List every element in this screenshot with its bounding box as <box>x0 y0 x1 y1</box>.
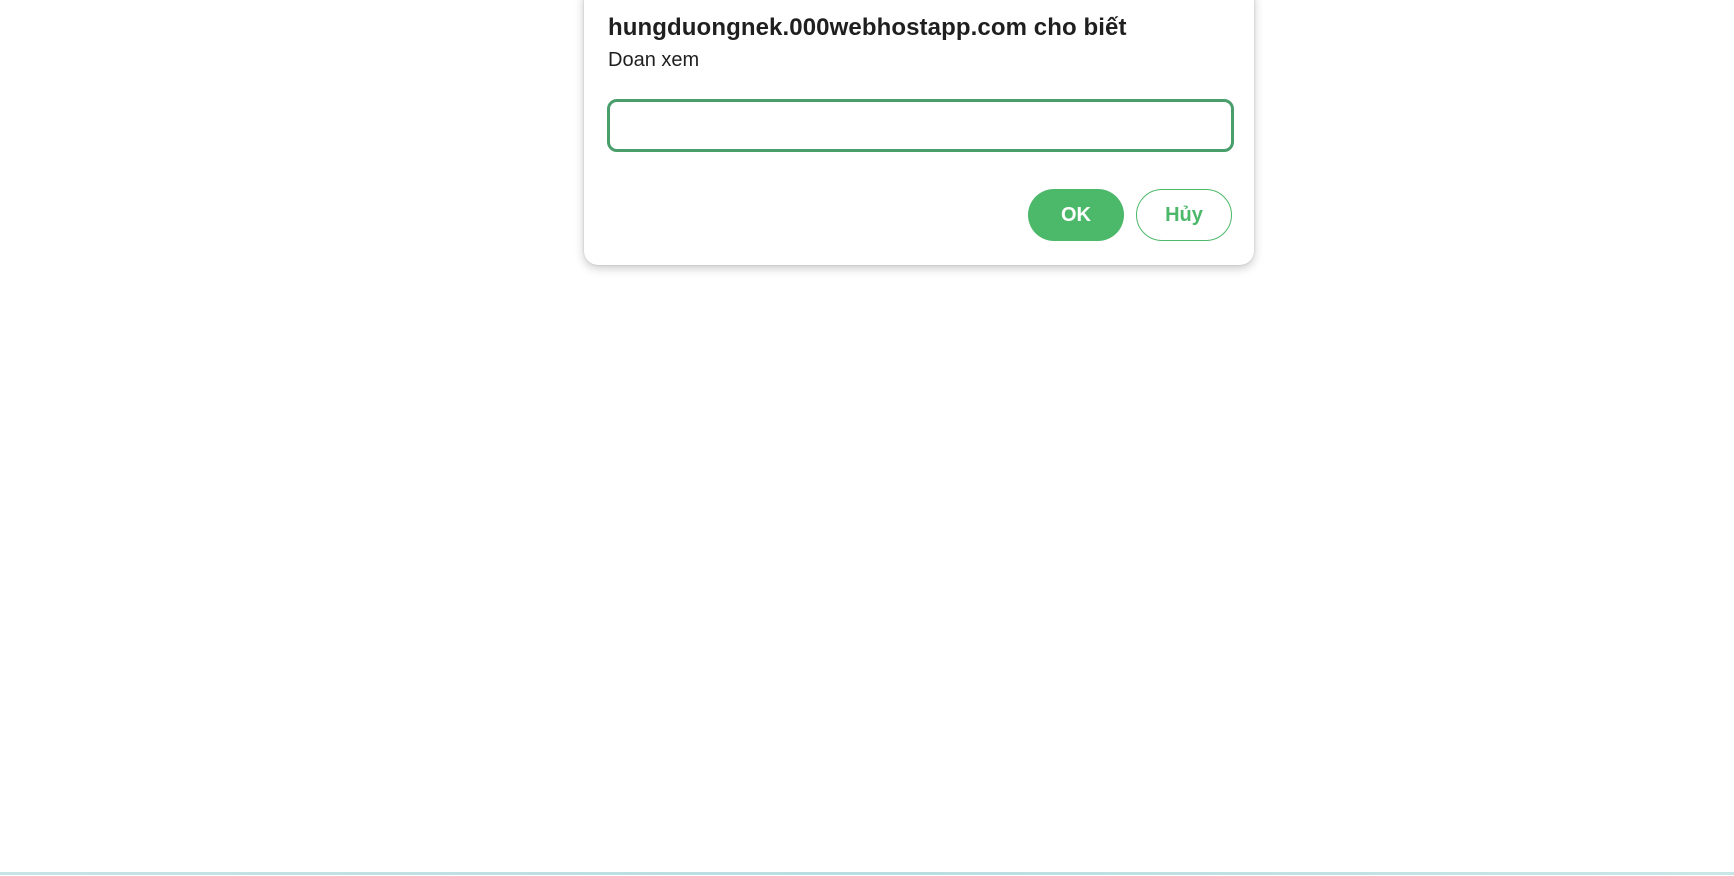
prompt-dialog: hungduongnek.000webhostapp.com cho biết … <box>584 0 1254 265</box>
dialog-message: Doan xem <box>608 49 700 71</box>
cancel-button[interactable]: Hủy <box>1136 189 1232 241</box>
prompt-input[interactable] <box>607 99 1234 152</box>
bottom-divider <box>0 872 1734 875</box>
ok-button[interactable]: OK <box>1028 189 1124 241</box>
browser-page: hungduongnek.000webhostapp.com cho biết … <box>0 0 1734 876</box>
dialog-title: hungduongnek.000webhostapp.com cho biết <box>608 14 1127 41</box>
